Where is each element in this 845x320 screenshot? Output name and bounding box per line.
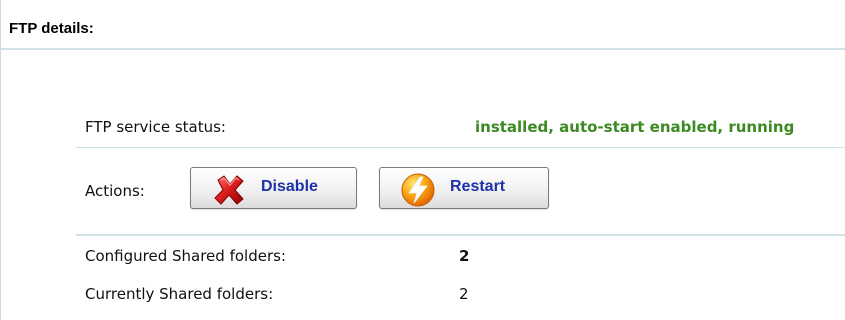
lightning-icon (400, 172, 436, 208)
actions-row: Actions: Disable Restart (76, 148, 845, 236)
x-icon (211, 172, 247, 208)
configured-shared-folders-row: Configured Shared folders: 2 (76, 238, 845, 274)
currently-shared-folders-label: Currently Shared folders: (85, 285, 274, 303)
configured-shared-folders-value: 2 (459, 247, 470, 265)
configured-shared-folders-label: Configured Shared folders: (85, 247, 286, 265)
actions-label: Actions: (85, 182, 145, 200)
ftp-details-panel: FTP details: FTP service status: install… (0, 0, 845, 320)
disable-button[interactable]: Disable (190, 167, 357, 209)
currently-shared-folders-value: 2 (459, 285, 469, 303)
ftp-service-status-value: installed, auto-start enabled, running (475, 118, 795, 136)
restart-button[interactable]: Restart (379, 167, 549, 209)
ftp-service-status-row: FTP service status: installed, auto-star… (76, 110, 845, 148)
ftp-service-status-label: FTP service status: (85, 118, 226, 136)
restart-button-label: Restart (450, 178, 506, 195)
disable-button-label: Disable (261, 178, 318, 195)
currently-shared-folders-row: Currently Shared folders: 2 (76, 276, 845, 312)
page-title: FTP details: (9, 20, 94, 37)
title-bar: FTP details: (1, 0, 845, 50)
